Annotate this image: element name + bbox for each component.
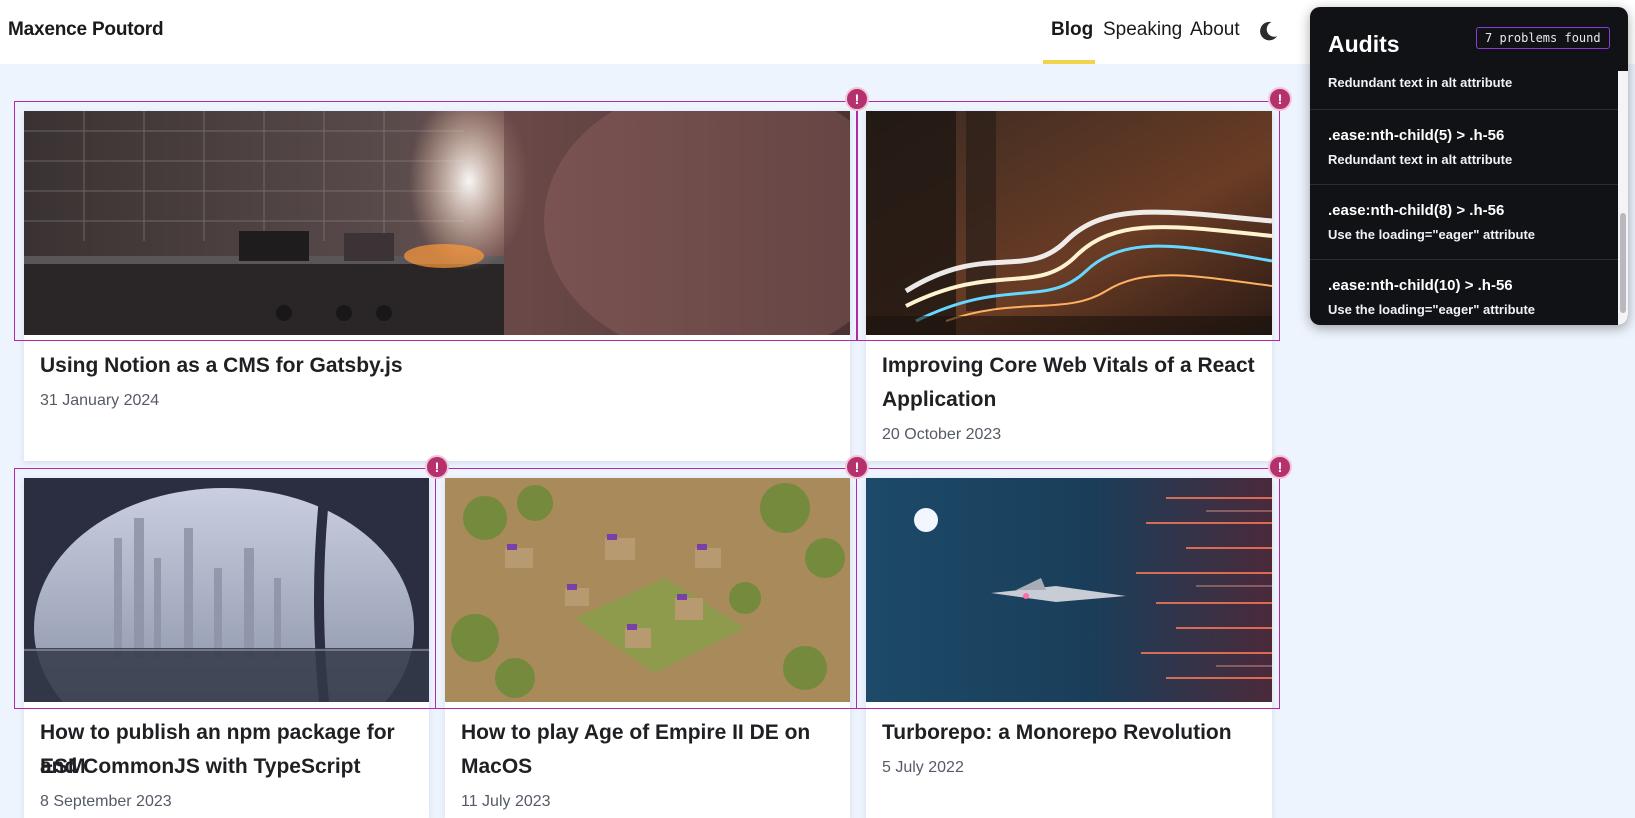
alert-icon[interactable]: ! [1268, 87, 1292, 111]
audits-scrollbar-thumb[interactable] [1620, 213, 1626, 313]
alert-icon[interactable]: ! [425, 455, 449, 479]
audit-item[interactable]: .ease:nth-child(8) > .h-56 Use the loadi… [1310, 184, 1618, 259]
post-image-jet-warp [866, 478, 1272, 702]
moon-icon[interactable] [1256, 19, 1280, 43]
post-image-kitchen [24, 111, 850, 335]
active-nav-indicator [1043, 60, 1095, 64]
post-date: 11 July 2023 [461, 793, 551, 810]
post-image-futuristic-city [24, 478, 429, 702]
post-card[interactable]: Using Notion as a CMS for Gatsby.js 31 J… [24, 111, 850, 461]
post-card[interactable]: Turborepo: a Monorepo Revolution 5 July … [866, 478, 1272, 818]
alert-icon[interactable]: ! [845, 455, 869, 479]
post-title[interactable]: Using Notion as a CMS for Gatsby.js [40, 349, 403, 383]
post-card[interactable]: How to publish an npm package for ESM an… [24, 478, 429, 818]
audit-item[interactable]: .ease:nth-child(5) > .h-56 Redundant tex… [1310, 109, 1618, 184]
post-title-line-1[interactable]: How to play Age of Empire II DE on [461, 716, 810, 750]
audit-item[interactable]: Redundant text in alt attribute [1310, 71, 1618, 109]
nav-about[interactable]: About [1190, 19, 1240, 41]
post-title-line-2[interactable]: and CommonJS with TypeScript [40, 750, 360, 784]
audit-issue: Use the loading="eager" attribute [1328, 302, 1536, 317]
audit-list[interactable]: Redundant text in alt attribute .ease:nt… [1310, 71, 1618, 325]
post-card[interactable]: Improving Core Web Vitals of a React App… [866, 111, 1272, 461]
post-image-light-trails [866, 111, 1272, 335]
audits-title: Audits [1328, 31, 1400, 57]
post-image-age-of-empires [445, 478, 850, 702]
audit-issue: Use the loading="eager" attribute [1328, 227, 1536, 242]
alert-icon[interactable]: ! [1268, 455, 1292, 479]
problems-count-badge: 7 problems found [1476, 27, 1610, 49]
alert-icon[interactable]: ! [845, 87, 869, 111]
site-brand[interactable]: Maxence Poutord [8, 19, 164, 41]
post-date: 8 September 2023 [40, 793, 172, 810]
nav-blog[interactable]: Blog [1051, 19, 1093, 41]
audits-scrollbar[interactable] [1618, 71, 1628, 325]
audit-issue: Redundant text in alt attribute [1328, 75, 1513, 90]
audit-item[interactable]: .ease:nth-child(10) > .h-56 Use the load… [1310, 259, 1618, 325]
audit-issue: Redundant text in alt attribute [1328, 152, 1513, 167]
audit-selector: .ease:nth-child(10) > .h-56 [1328, 277, 1513, 294]
post-title-line-2[interactable]: Application [882, 383, 996, 417]
post-date: 31 January 2024 [40, 392, 160, 409]
post-card[interactable]: How to play Age of Empire II DE on MacOS… [445, 478, 850, 818]
post-title-line-2[interactable]: MacOS [461, 750, 532, 784]
post-title-line-1[interactable]: Improving Core Web Vitals of a React [882, 349, 1255, 383]
nav-speaking[interactable]: Speaking [1103, 19, 1182, 41]
audit-selector: .ease:nth-child(5) > .h-56 [1328, 127, 1505, 144]
audits-panel: Audits 7 problems found Redundant text i… [1310, 7, 1628, 325]
post-title[interactable]: Turborepo: a Monorepo Revolution [882, 716, 1232, 750]
post-date: 5 July 2022 [882, 759, 964, 776]
post-date: 20 October 2023 [882, 426, 1002, 443]
audit-selector: .ease:nth-child(8) > .h-56 [1328, 202, 1505, 219]
